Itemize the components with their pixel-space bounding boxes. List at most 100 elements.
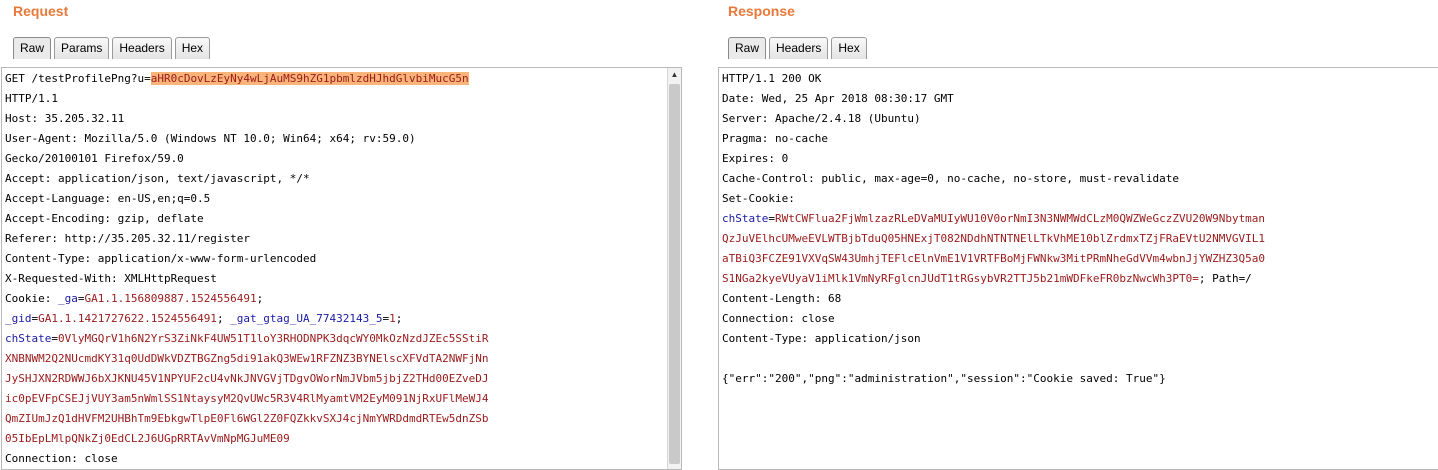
request-line: HTTP/1.1 [5,89,488,109]
cookie-value: aTBiQ3FCZE91VXVqSW43UmhjTEFlcElnVmE1V1VR… [722,252,1266,265]
response-panel: Response Raw Headers Hex HTTP/1.1 200 OK Da… [715,0,1438,470]
panel-divider[interactable] [688,0,715,470]
text-segment: Content-Type: application/x-www-form-url… [5,252,317,265]
response-tab-hex[interactable]: Hex [831,37,867,59]
request-tab-hex[interactable]: Hex [174,37,211,59]
cookie-name: _gat_gtag_UA_77432143_5 [230,312,383,325]
response-line: Set-Cookie: [722,189,1265,209]
cookie-name: _gid [5,312,32,325]
response-tab-bar: Raw Headers Hex [728,36,870,59]
text-segment: = [768,212,775,225]
cookie-value: S1NGa2kyeVUyaV1iMlk1VmNyRFglcnJUdT1tRGsy… [722,272,1199,285]
response-line: QzJuVElhcUMweEVLWTBjbTduQ05HNExjT082NDdh… [722,229,1265,249]
text-segment: Server: Apache/2.4.18 (Ubuntu) [722,112,921,125]
text-segment: ; Path=/ [1198,272,1252,285]
text-segment: Date: Wed, 25 Apr 2018 08:30:17 GMT [722,92,954,105]
request-editor[interactable]: GET /testProfilePng?u=aHR0cDovLzEyNy4wLj… [1,67,682,470]
request-tab-params[interactable]: Params [54,37,110,59]
text-segment: Host: 35.205.32.11 [5,112,125,125]
text-segment: Pragma: no-cache [722,132,828,145]
cookie-value: 1 [389,312,396,325]
request-line: Referer: http://35.205.32.11/register [5,229,488,249]
request-raw-text[interactable]: GET /testProfilePng?u=aHR0cDovLzEyNy4wLj… [5,69,488,469]
response-line: aTBiQ3FCZE91VXVqSW43UmhjTEFlcElnVmE1V1VR… [722,249,1265,269]
cookie-name: chState [722,212,769,225]
response-line [722,349,1265,369]
text-segment: Content-Length: 68 [722,292,842,305]
text-segment: Accept: application/json, text/javascrip… [5,172,310,185]
text-segment: Accept-Encoding: gzip, deflate [5,212,204,225]
request-line: Connection: close [5,449,488,469]
text-segment: GET /testProfilePng?u= [5,72,151,85]
text-segment: Connection: close [5,452,118,465]
text-segment: User-Agent: Mozilla/5.0 (Windows NT 10.0… [5,132,416,145]
text-segment: ; [395,312,403,325]
request-line: Accept: application/json, text/javascrip… [5,169,488,189]
response-line: Server: Apache/2.4.18 (Ubuntu) [722,109,1265,129]
text-segment: Accept-Language: en-US,en;q=0.5 [5,192,211,205]
request-line: X-Requested-With: XMLHttpRequest [5,269,488,289]
cookie-value: RWtCWFlua2FjWmlzazRLeDVaMUIyWU10V0orNmI3… [774,212,1266,225]
scroll-up-arrow-icon[interactable]: ▲ [668,68,681,82]
request-panel: Request Raw Params Headers Hex GET /testPro… [0,0,688,470]
cookie-value: JySHJXN2RDWWJ6bXJKNU45V1NPYUF2cU4vNkJNVG… [5,372,489,385]
text-segment: X-Requested-With: XMLHttpRequest [5,272,217,285]
request-line: Gecko/20100101 Firefox/59.0 [5,149,488,169]
text-segment: ; [216,312,231,325]
response-line: Connection: close [722,309,1265,329]
request-line: Accept-Encoding: gzip, deflate [5,209,488,229]
request-scrollbar[interactable]: ▲ [667,68,681,469]
text-segment: {"err":"200","png":"administration","ses… [722,372,1166,385]
request-line: chState=0VlyMGQrV1h6N2YrS3ZiNkF4UW51T1lo… [5,329,488,349]
request-line: Cookie: _ga=GA1.1.156809887.1524556491; [5,289,488,309]
response-line: Expires: 0 [722,149,1265,169]
response-line: S1NGa2kyeVUyaV1iMlk1VmNyRFglcnJUdT1tRGsy… [722,269,1265,289]
request-line: User-Agent: Mozilla/5.0 (Windows NT 10.0… [5,129,488,149]
cookie-value: QmZIUmJzQ1dHVFM2UHBhTm9EbkgwTlpE0Fl6WGl2… [5,412,489,425]
response-tab-headers[interactable]: Headers [769,37,829,59]
response-editor[interactable]: HTTP/1.1 200 OK Date: Wed, 25 Apr 2018 08… [718,67,1438,470]
scroll-thumb[interactable] [669,84,680,464]
text-segment: Expires: 0 [722,152,789,165]
text-segment: Cache-Control: public, max-age=0, no-cac… [722,172,1179,185]
cookie-value: ic0pEVFpCSEJjVUY3am5nWmlSS1NtaysyM2QvUWc… [5,392,489,405]
request-line: Host: 35.205.32.11 [5,109,488,129]
cookie-value: 0VlyMGQrV1h6N2YrS3ZiNkF4UW51T1loY3RHODNP… [57,332,489,345]
request-line: XNBNWM2Q2NUcmdKY31q0UdDWkVDZTBGZng5di91a… [5,349,488,369]
text-segment: Referer: http://35.205.32.11/register [5,232,251,245]
text-segment: HTTP/1.1 200 OK [722,72,822,85]
response-line: HTTP/1.1 200 OK [722,69,1265,89]
request-line: ic0pEVFpCSEJjVUY3am5nWmlSS1NtaysyM2QvUWc… [5,389,488,409]
text-segment: Content-Type: application/json [722,332,921,345]
request-line: Accept-Language: en-US,en;q=0.5 [5,189,488,209]
request-line: Content-Type: application/x-www-form-url… [5,249,488,269]
response-line: Content-Type: application/json [722,329,1265,349]
response-raw-text[interactable]: HTTP/1.1 200 OK Date: Wed, 25 Apr 2018 08… [722,69,1265,389]
request-line: _gid=GA1.1.1421727622.1524556491; _gat_g… [5,309,488,329]
cookie-value: GA1.1.1421727622.1524556491 [38,312,217,325]
response-title: Response [728,3,795,19]
cookie-value: XNBNWM2Q2NUcmdKY31q0UdDWkVDZTBGZng5di91a… [5,352,489,365]
text-segment: ; [256,292,264,305]
response-line: Content-Length: 68 [722,289,1265,309]
cookie-value: GA1.1.156809887.1524556491 [84,292,257,305]
response-line: Pragma: no-cache [722,129,1265,149]
selected-param-value[interactable]: aHR0cDovLzEyNy4wLjAuMS9hZG1pbmlzdHJhdGlv… [150,72,469,85]
response-tab-raw[interactable]: Raw [728,37,767,59]
request-tab-raw[interactable]: Raw [13,37,52,59]
response-line: Date: Wed, 25 Apr 2018 08:30:17 GMT [722,89,1265,109]
text-segment: Set-Cookie: [722,192,795,205]
cookie-name: _ga [57,292,78,305]
request-tab-headers[interactable]: Headers [112,37,172,59]
request-line: GET /testProfilePng?u=aHR0cDovLzEyNy4wLj… [5,69,488,89]
text-segment: Connection: close [722,312,835,325]
response-line: Cache-Control: public, max-age=0, no-cac… [722,169,1265,189]
request-tab-bar: Raw Params Headers Hex [13,36,213,59]
response-line: chState=RWtCWFlua2FjWmlzazRLeDVaMUIyWU10… [722,209,1265,229]
cookie-value: 05IbEpLMlpQNkZj0EdCL2J6UGpRRTAvVmNpMGJuM… [5,432,290,445]
request-title: Request [13,3,69,19]
request-line: JySHJXN2RDWWJ6bXJKNU45V1NPYUF2cU4vNkJNVG… [5,369,488,389]
text-segment: HTTP/1.1 [5,92,58,105]
cookie-value: QzJuVElhcUMweEVLWTBjbTduQ05HNExjT082NDdh… [722,232,1266,245]
text-segment: = [51,332,58,345]
